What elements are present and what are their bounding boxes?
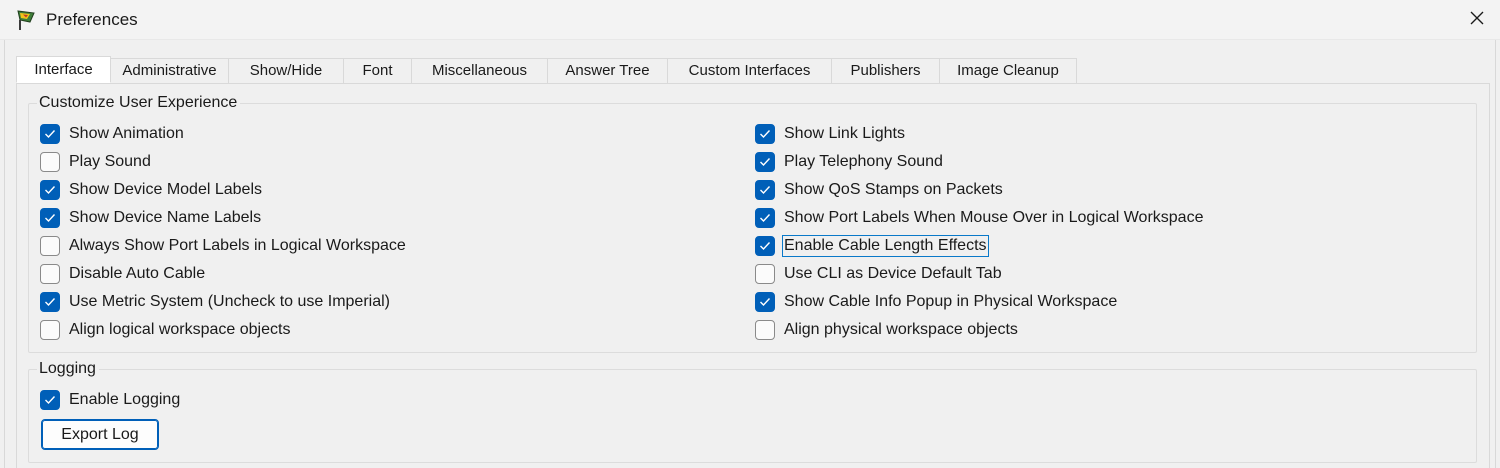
show-cable-info-popup-in-physical-workspace-label: Show Cable Info Popup in Physical Worksp… bbox=[784, 293, 1118, 310]
show-device-name-labels-label: Show Device Name Labels bbox=[69, 209, 262, 226]
tab-interface[interactable]: Interface bbox=[16, 56, 111, 83]
checkbox-unchecked[interactable] bbox=[40, 152, 60, 172]
disable-auto-cable-label: Disable Auto Cable bbox=[69, 265, 206, 282]
checkbox-checked[interactable] bbox=[755, 236, 775, 256]
always-show-port-labels-in-logical-workspace-label: Always Show Port Labels in Logical Works… bbox=[69, 237, 406, 254]
enable-cable-length-effects-checkbox[interactable]: Enable Cable Length Effects bbox=[755, 235, 989, 257]
checkbox-checked[interactable] bbox=[40, 180, 60, 200]
show-link-lights-checkbox[interactable]: Show Link Lights bbox=[755, 123, 906, 145]
tab-image-cleanup[interactable]: Image Cleanup bbox=[940, 58, 1077, 83]
export-log-button[interactable]: Export Log bbox=[41, 419, 159, 450]
tab-administrative[interactable]: Administrative bbox=[111, 58, 229, 83]
checkbox-checked[interactable] bbox=[755, 124, 775, 144]
always-show-port-labels-in-logical-workspace-checkbox[interactable]: Always Show Port Labels in Logical Works… bbox=[40, 235, 407, 257]
tab-answer-tree[interactable]: Answer Tree bbox=[548, 58, 668, 83]
show-device-model-labels-label: Show Device Model Labels bbox=[69, 181, 262, 198]
align-physical-workspace-objects-label: Align physical workspace objects bbox=[784, 321, 1018, 338]
disable-auto-cable-checkbox[interactable]: Disable Auto Cable bbox=[40, 263, 206, 285]
tab-panel-interface: Customize User Experience Show Animation… bbox=[16, 83, 1490, 468]
close-icon bbox=[1469, 10, 1485, 31]
play-telephony-sound-label: Play Telephony Sound bbox=[784, 153, 943, 170]
tab-bar: Interface Administrative Show/Hide Font Misc… bbox=[16, 56, 1077, 83]
tab-font[interactable]: Font bbox=[344, 58, 412, 83]
checkbox-unchecked[interactable] bbox=[40, 264, 60, 284]
show-animation-checkbox[interactable]: Show Animation bbox=[40, 123, 185, 145]
align-logical-workspace-objects-checkbox[interactable]: Align logical workspace objects bbox=[40, 319, 291, 341]
window-title: Preferences bbox=[46, 10, 138, 29]
tab-show-hide[interactable]: Show/Hide bbox=[229, 58, 344, 83]
checkbox-unchecked[interactable] bbox=[755, 264, 775, 284]
show-port-labels-when-mouse-over-in-logical-workspace-checkbox[interactable]: Show Port Labels When Mouse Over in Logi… bbox=[755, 207, 1204, 229]
use-cli-as-device-default-tab-checkbox[interactable]: Use CLI as Device Default Tab bbox=[755, 263, 1003, 285]
show-qos-stamps-on-packets-label: Show QoS Stamps on Packets bbox=[784, 181, 1003, 198]
enable-logging-checkbox[interactable]: Enable Logging bbox=[40, 389, 181, 411]
checkbox-checked[interactable] bbox=[755, 292, 775, 312]
show-cable-info-popup-in-physical-workspace-checkbox[interactable]: Show Cable Info Popup in Physical Worksp… bbox=[755, 291, 1118, 313]
packet-tracer-icon bbox=[14, 8, 38, 32]
logging-group bbox=[28, 369, 1477, 463]
checkbox-unchecked[interactable] bbox=[40, 236, 60, 256]
checkbox-checked[interactable] bbox=[755, 208, 775, 228]
tab-custom-interfaces[interactable]: Custom Interfaces bbox=[668, 58, 832, 83]
show-link-lights-label: Show Link Lights bbox=[784, 125, 905, 142]
checkbox-checked[interactable] bbox=[755, 152, 775, 172]
enable-logging-check-box[interactable] bbox=[40, 390, 60, 410]
close-button[interactable] bbox=[1454, 0, 1500, 40]
align-logical-workspace-objects-label: Align logical workspace objects bbox=[69, 321, 291, 338]
show-port-labels-when-mouse-over-in-logical-workspace-label: Show Port Labels When Mouse Over in Logi… bbox=[784, 209, 1204, 226]
play-telephony-sound-checkbox[interactable]: Play Telephony Sound bbox=[755, 151, 944, 173]
preferences-window: Preferences Customize User Experience Sh… bbox=[0, 0, 1500, 468]
show-animation-label: Show Animation bbox=[69, 125, 184, 142]
enable-cable-length-effects-label: Enable Cable Length Effects bbox=[782, 235, 989, 257]
use-metric-system-uncheck-to-use-imperial-label: Use Metric System (Uncheck to use Imperi… bbox=[69, 293, 390, 310]
checkbox-checked[interactable] bbox=[755, 180, 775, 200]
title-bar: Preferences bbox=[0, 0, 1500, 40]
show-qos-stamps-on-packets-checkbox[interactable]: Show QoS Stamps on Packets bbox=[755, 179, 1004, 201]
tab-miscellaneous[interactable]: Miscellaneous bbox=[412, 58, 548, 83]
use-cli-as-device-default-tab-label: Use CLI as Device Default Tab bbox=[784, 265, 1002, 282]
enable-logging-label: Enable Logging bbox=[69, 391, 181, 408]
show-device-name-labels-checkbox[interactable]: Show Device Name Labels bbox=[40, 207, 262, 229]
use-metric-system-uncheck-to-use-imperial-checkbox[interactable]: Use Metric System (Uncheck to use Imperi… bbox=[40, 291, 391, 313]
checkbox-checked[interactable] bbox=[40, 124, 60, 144]
play-sound-checkbox[interactable]: Play Sound bbox=[40, 151, 152, 173]
checkbox-checked[interactable] bbox=[40, 208, 60, 228]
tab-publishers[interactable]: Publishers bbox=[832, 58, 940, 83]
checkbox-unchecked[interactable] bbox=[755, 320, 775, 340]
customize-group-legend: Customize User Experience bbox=[37, 93, 241, 113]
align-physical-workspace-objects-checkbox[interactable]: Align physical workspace objects bbox=[755, 319, 1019, 341]
checkbox-unchecked[interactable] bbox=[40, 320, 60, 340]
logging-group-legend: Logging bbox=[37, 359, 99, 379]
checkbox-checked[interactable] bbox=[40, 292, 60, 312]
show-device-model-labels-checkbox[interactable]: Show Device Model Labels bbox=[40, 179, 263, 201]
play-sound-label: Play Sound bbox=[69, 153, 151, 170]
